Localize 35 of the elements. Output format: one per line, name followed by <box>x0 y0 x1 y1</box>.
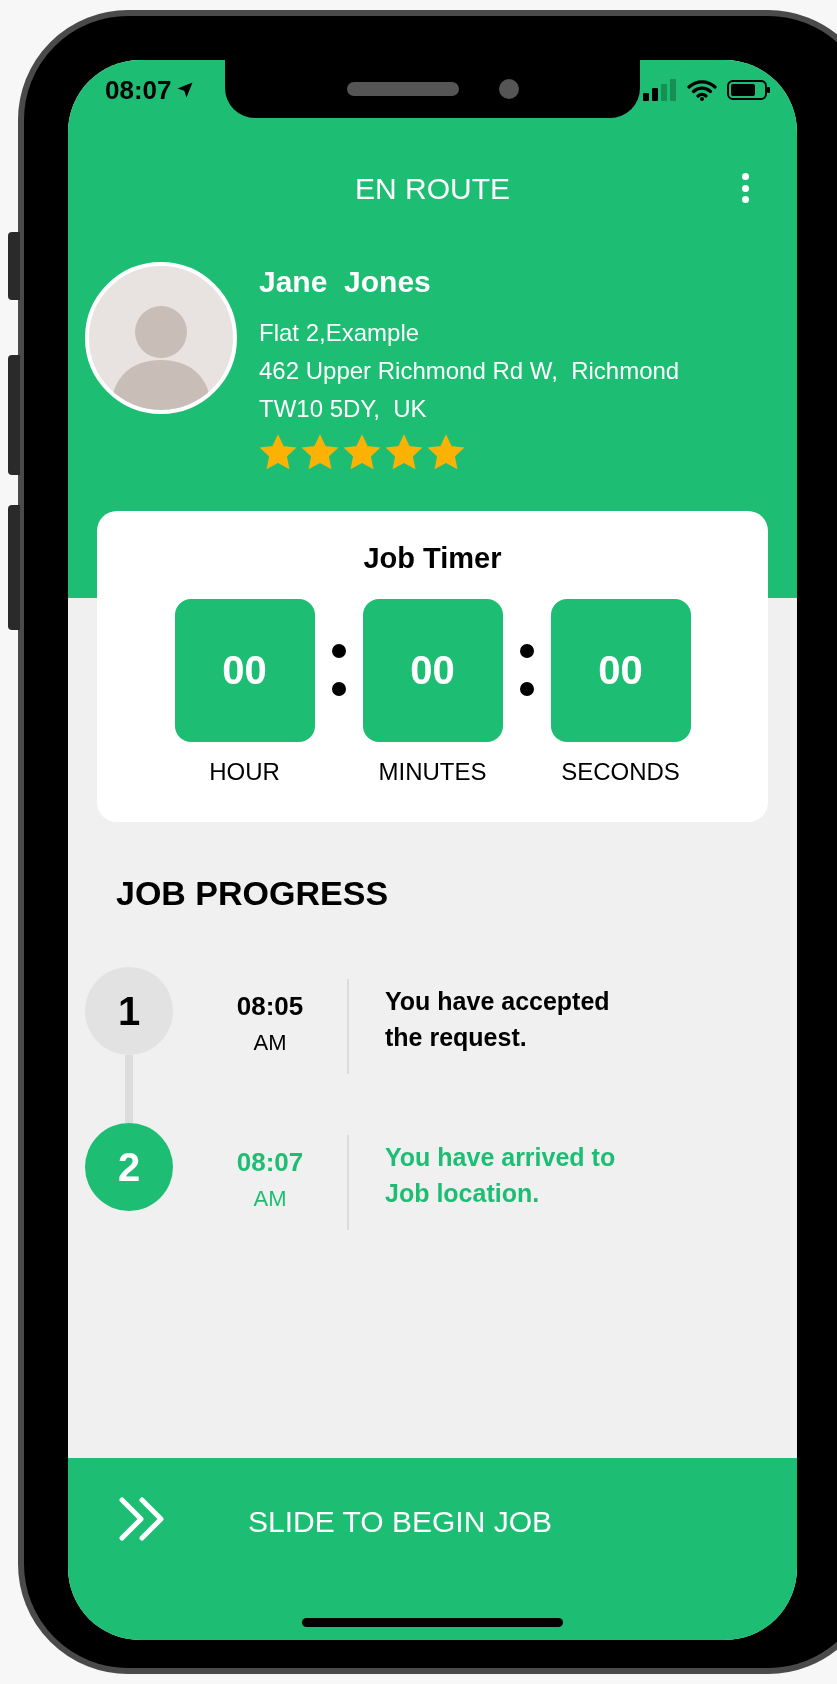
timer-digits: 00 <box>550 598 691 742</box>
step-time: 08:07 <box>236 1146 304 1179</box>
timer-unit-label: HOUR <box>209 756 280 787</box>
timer-unit-label: MINUTES <box>378 756 487 787</box>
battery-icon <box>727 79 771 101</box>
colon-separator-icon <box>331 643 346 696</box>
star-icon <box>259 434 297 472</box>
screen-title: EN ROUTE <box>355 170 510 207</box>
timer-title: Job Timer <box>363 541 502 576</box>
slide-label: SLIDE TO BEGIN JOB <box>248 1504 552 1540</box>
star-icon <box>301 434 339 472</box>
wifi-icon <box>687 79 717 101</box>
signal-icon <box>643 79 677 101</box>
timer-digits: 00 <box>362 598 503 742</box>
timer-unit-label: SECONDS <box>561 756 680 787</box>
address-line: 462 Upper Richmond Rd W, Richmond <box>259 356 680 386</box>
star-icon <box>343 434 381 472</box>
slide-to-begin-bar[interactable]: SLIDE TO BEGIN JOB <box>68 1458 797 1640</box>
location-arrow-icon <box>175 81 194 99</box>
progress-title: JOB PROGRESS <box>116 873 389 914</box>
timer-digits: 00 <box>174 598 315 742</box>
step-description: You have arrived to Job location. <box>385 1142 617 1209</box>
address-line: Flat 2,Example <box>259 318 421 348</box>
status-time: 08:07 <box>105 73 172 107</box>
camera-icon <box>498 79 519 99</box>
address-line: TW10 5DY, UK <box>259 394 428 424</box>
speaker-icon <box>346 82 459 96</box>
star-icon <box>427 434 465 472</box>
customer-name: Jane Jones <box>259 264 432 300</box>
step-time: 08:05 <box>236 990 304 1023</box>
star-icon <box>385 434 423 472</box>
colon-separator-icon <box>519 643 534 696</box>
step-period: AM <box>253 1185 287 1213</box>
step-description: You have accepted the request. <box>385 986 611 1053</box>
step-period: AM <box>253 1029 287 1057</box>
